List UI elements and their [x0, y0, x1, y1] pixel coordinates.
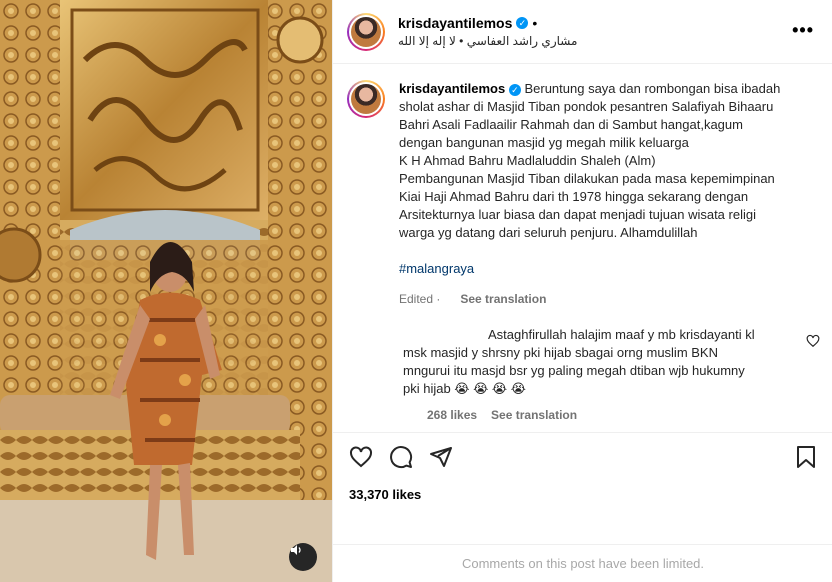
share-send-icon[interactable]	[429, 445, 453, 469]
post-image-illustration	[0, 0, 332, 582]
comment-line: mngurui itu masjd bsr yg paling megah dt…	[403, 363, 745, 378]
comment-likes-link[interactable]: 268 likes	[427, 406, 477, 424]
audio-toggle-button[interactable]	[289, 543, 317, 571]
post-image[interactable]	[0, 0, 332, 582]
post-caption: krisdayantilemos ✓ Beruntung saya dan ro…	[333, 64, 832, 308]
avatar[interactable]	[347, 80, 385, 118]
comment-item: Astaghfirullah halajim maaf y mb krisday…	[403, 326, 783, 424]
avatar[interactable]	[347, 12, 385, 51]
post-actions: 33,370 likes	[333, 432, 832, 552]
comment-line: msk masjid y shrsny pki hijab sbagai orn…	[403, 345, 718, 360]
caption-line: dengan bangunan masjid yg megah milik ke…	[399, 135, 689, 150]
post-header: krisdayantilemos ✓ • مشاري راشد العفاسي …	[333, 0, 832, 64]
caption-username-link[interactable]: krisdayantilemos	[399, 81, 505, 96]
username-link[interactable]: krisdayantilemos	[398, 15, 512, 31]
caption-line: Bahri Asali Fadlaailir Rahmah dan di Sam…	[399, 117, 743, 132]
post-dialog: krisdayantilemos ✓ • مشاري راشد العفاسي …	[0, 0, 832, 582]
more-options-icon[interactable]: •••	[792, 20, 814, 41]
separator-dot: •	[532, 15, 538, 31]
comment-line: pki hijab 😭 😭 😭 😭	[403, 381, 526, 396]
speaker-icon	[291, 545, 301, 555]
edited-label: Edited	[399, 292, 434, 306]
hashtag-link[interactable]: #malangraya	[399, 260, 809, 278]
edited-dot: ·	[436, 292, 441, 306]
verified-badge-icon: ✓	[516, 17, 529, 29]
comment-see-translation-link[interactable]: See translation	[491, 406, 577, 424]
comment-bubble-icon[interactable]	[389, 445, 413, 469]
comment-line: Astaghfirullah halajim maaf y mb krisday…	[488, 327, 755, 342]
caption-line: warga yg datang dari seluruh penjuru. Al…	[399, 225, 698, 240]
caption-line: Beruntung saya dan rombongan bisa ibadah	[524, 81, 781, 96]
like-heart-icon[interactable]	[349, 445, 373, 469]
like-count[interactable]: 33,370 likes	[349, 487, 421, 502]
audio-track-link[interactable]: مشاري راشد العفاسي • لا إله إلا الله	[398, 34, 577, 48]
verified-badge-icon: ✓	[508, 84, 521, 96]
save-bookmark-icon[interactable]	[795, 445, 817, 469]
post-sidebar: krisdayantilemos ✓ • مشاري راشد العفاسي …	[332, 0, 832, 582]
caption-line: Arsitekturnya luar biasa dan dapat menja…	[399, 207, 756, 222]
caption-line: Kiai Haji Ahmad Bahru dari th 1978 hingg…	[399, 189, 749, 204]
comment-like-heart-icon[interactable]	[806, 334, 820, 348]
caption-line: K H Ahmad Bahru Madlaluddin Shaleh (Alm)	[399, 153, 656, 168]
see-translation-link[interactable]: See translation	[460, 290, 546, 308]
caption-line: sholat ashar di Masjid Tiban pondok pesa…	[399, 99, 774, 114]
comments-limited-notice: Comments on this post have been limited.	[333, 544, 832, 582]
caption-line: Pembangunan Masjid Tiban dilakukan pada …	[399, 171, 775, 186]
